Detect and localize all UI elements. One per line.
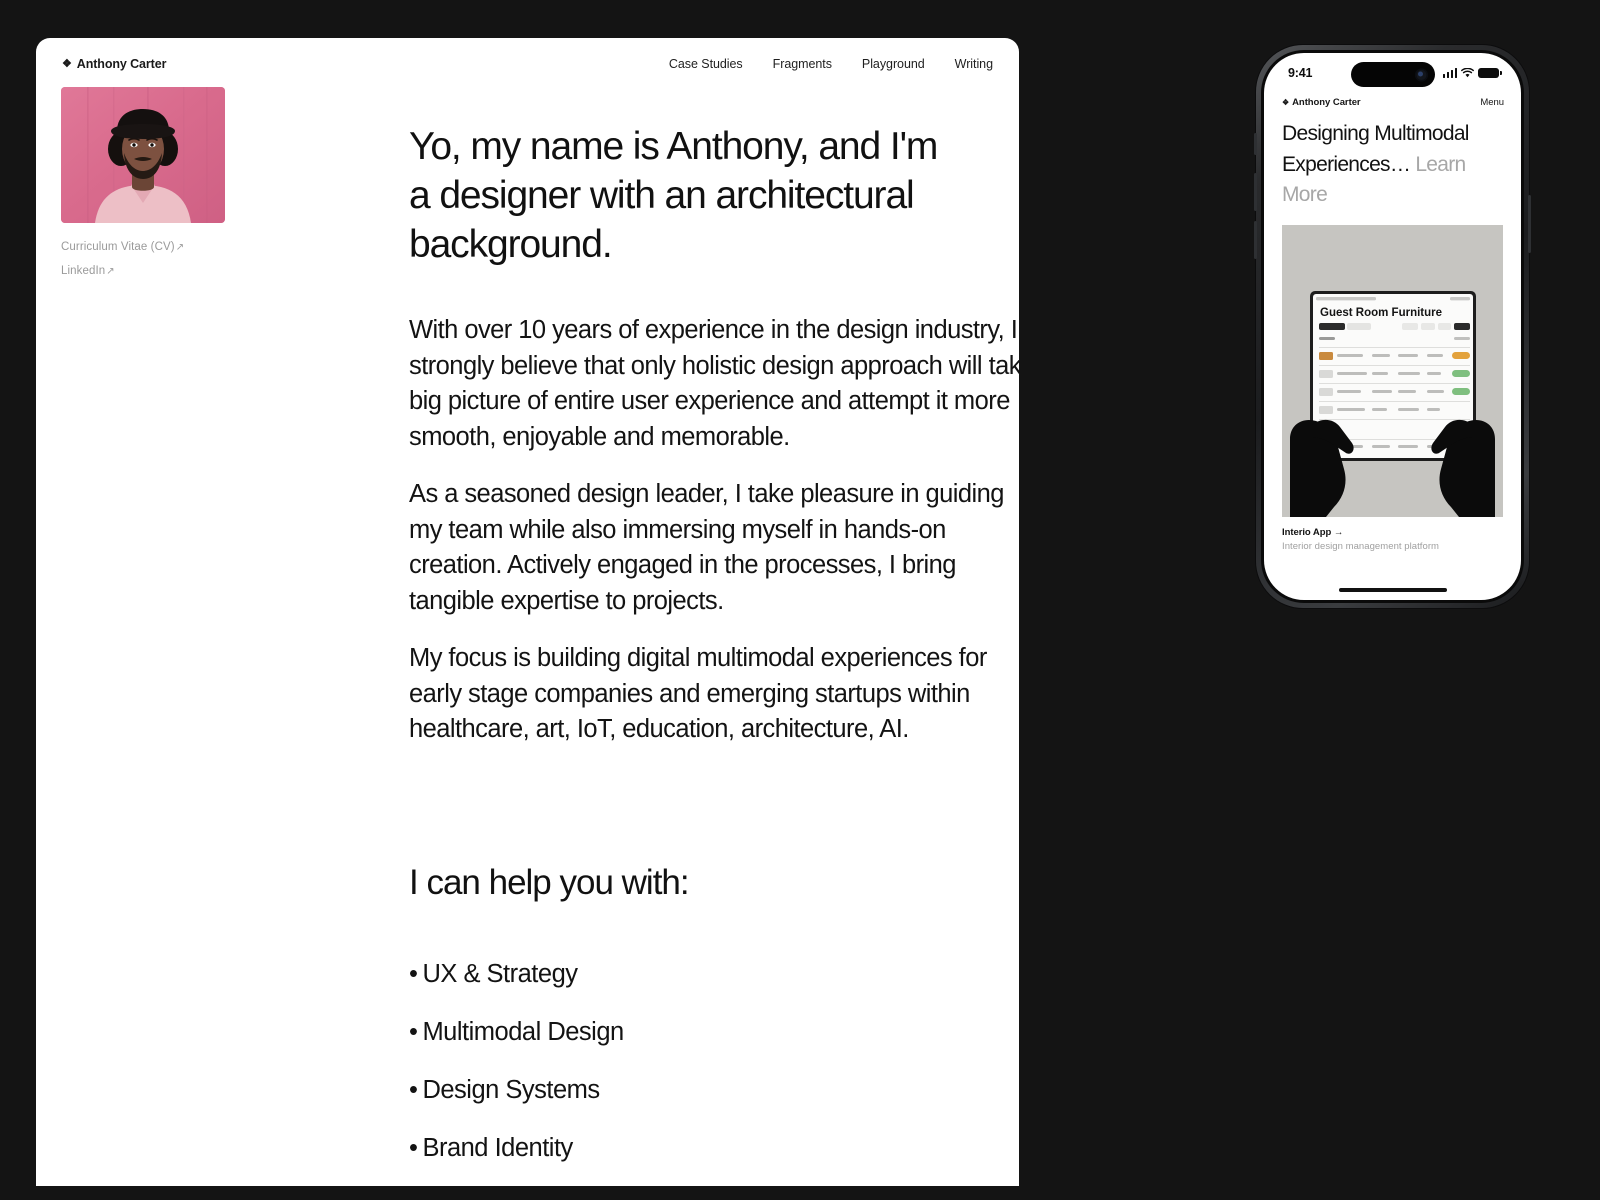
battery-full-icon bbox=[1478, 67, 1502, 79]
link-linkedin[interactable]: LinkedIn↗ bbox=[61, 265, 361, 277]
link-cv-label: Curriculum Vitae (CV) bbox=[61, 241, 175, 253]
bullet-icon: • bbox=[409, 1133, 418, 1162]
profile-photo bbox=[61, 87, 225, 223]
status-icons bbox=[1442, 67, 1502, 79]
phone-brand-logo[interactable]: ❖ Anthony Carter bbox=[1282, 97, 1361, 108]
paragraph-leadership: As a seasoned design leader, I take plea… bbox=[409, 480, 1004, 615]
page-headline: Yo, my name is Anthony, and I'm a design… bbox=[409, 125, 938, 266]
dynamic-island bbox=[1350, 62, 1435, 87]
phone-bezel: 9:41 ❖ Anthony Carter Menu Designing Mul… bbox=[1261, 50, 1524, 603]
list-item: • UX & Strategy bbox=[409, 957, 1019, 991]
case-study-subtitle: Interior design management platform bbox=[1282, 540, 1439, 552]
portfolio-site-card: ❖ Anthony Carter Case Studies Fragments … bbox=[36, 38, 1019, 1186]
sidebar: Curriculum Vitae (CV)↗ LinkedIn↗ bbox=[61, 87, 361, 277]
power-button[interactable] bbox=[1528, 195, 1531, 253]
case-study-caption: Interio App → Interior design management… bbox=[1264, 517, 1521, 552]
brand-name: Anthony Carter bbox=[76, 57, 167, 71]
phone-header: ❖ Anthony Carter Menu bbox=[1264, 93, 1521, 108]
link-curriculum-vitae[interactable]: Curriculum Vitae (CV)↗ bbox=[61, 241, 361, 253]
brand-logo[interactable]: ❖ Anthony Carter bbox=[62, 57, 166, 71]
list-item: • Multimodal Design bbox=[409, 1015, 1019, 1049]
bullet-icon: • bbox=[409, 1017, 418, 1046]
case-study-title-link[interactable]: Interio App → bbox=[1282, 527, 1503, 538]
external-arrow-icon: ↗ bbox=[175, 242, 185, 253]
silent-switch-button[interactable] bbox=[1254, 133, 1257, 155]
paragraph-experience: With over 10 years of experience in the … bbox=[409, 316, 1019, 451]
volume-up-button[interactable] bbox=[1254, 173, 1257, 211]
case-study-image[interactable]: Guest Room Furniture bbox=[1282, 224, 1503, 517]
list-item: • Design Systems bbox=[409, 1073, 1019, 1107]
sparkle-icon: ❖ bbox=[62, 57, 72, 70]
bullet-icon: • bbox=[409, 959, 418, 988]
home-indicator[interactable] bbox=[1338, 587, 1447, 592]
phone-menu-button[interactable]: Menu bbox=[1480, 97, 1504, 108]
front-camera-icon bbox=[1414, 68, 1428, 81]
service-label-brand-identity: Brand Identity bbox=[422, 1133, 573, 1162]
phone-brand-name: Anthony Carter bbox=[1292, 97, 1361, 108]
service-label-design-systems: Design Systems bbox=[422, 1075, 600, 1104]
list-item: • Brand Identity bbox=[409, 1131, 1019, 1165]
phone-mockup: 9:41 ❖ Anthony Carter Menu Designing Mul… bbox=[1254, 45, 1531, 608]
nav-item-writing[interactable]: Writing bbox=[955, 57, 993, 71]
external-arrow-icon: ↗ bbox=[106, 266, 115, 277]
nav-item-playground[interactable]: Playground bbox=[862, 57, 925, 71]
bullet-icon: • bbox=[409, 1075, 418, 1104]
svg-text:Guest Room Furniture: Guest Room Furniture bbox=[1320, 307, 1442, 319]
link-linkedin-label: LinkedIn bbox=[61, 265, 106, 277]
nav-item-case-studies[interactable]: Case Studies bbox=[669, 57, 743, 71]
phone-headline: Designing Multimodal Experiences… Learn … bbox=[1264, 108, 1521, 211]
wifi-icon bbox=[1461, 68, 1474, 78]
service-label-ux-strategy: UX & Strategy bbox=[422, 959, 578, 988]
main-content: Yo, my name is Anthony, and I'm a design… bbox=[409, 122, 1019, 1186]
status-time: 9:41 bbox=[1288, 66, 1313, 80]
services-list: • UX & Strategy • Multimodal Design • Desig… bbox=[409, 957, 1019, 1165]
cellular-bars-icon bbox=[1442, 68, 1457, 78]
sparkle-icon: ❖ bbox=[1282, 97, 1290, 107]
volume-down-button[interactable] bbox=[1254, 221, 1257, 259]
phone-screen: 9:41 ❖ Anthony Carter Menu Designing Mul… bbox=[1264, 53, 1521, 600]
nav-item-fragments[interactable]: Fragments bbox=[773, 57, 832, 71]
service-label-multimodal-design: Multimodal Design bbox=[422, 1017, 624, 1046]
primary-nav: Case Studies Fragments Playground Writin… bbox=[669, 57, 993, 71]
intro-paragraphs: With over 10 years of experience in the … bbox=[409, 313, 1019, 748]
paragraph-focus: My focus is building digital multimodal … bbox=[409, 644, 987, 743]
screen-root: ❖ Anthony Carter Case Studies Fragments … bbox=[0, 0, 1600, 1200]
site-header: ❖ Anthony Carter Case Studies Fragments … bbox=[36, 38, 1019, 90]
sidebar-links: Curriculum Vitae (CV)↗ LinkedIn↗ bbox=[61, 241, 361, 277]
status-bar: 9:41 bbox=[1264, 53, 1521, 93]
services-heading: I can help you with: bbox=[409, 862, 690, 902]
